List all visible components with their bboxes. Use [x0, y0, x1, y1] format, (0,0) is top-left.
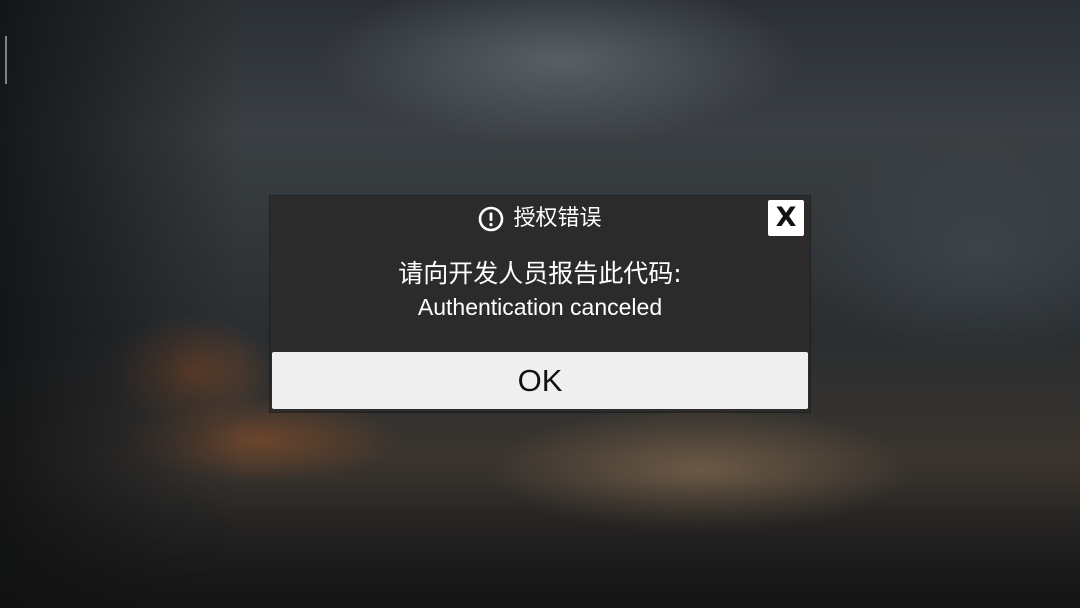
dialog-title-row: 授权错误 [270, 204, 810, 234]
message-instruction: 请向开发人员报告此代码: [398, 259, 682, 288]
message-error-code: Authentication canceled [417, 294, 663, 320]
ok-button[interactable]: OK [272, 352, 808, 409]
dialog-title: 授权错误 [513, 206, 602, 231]
alert-circle-icon [478, 206, 504, 232]
dialog-message: 请向开发人员报告此代码: Authentication canceled [270, 258, 810, 324]
auth-error-dialog: 授权错误 X 请向开发人员报告此代码: Authentication cance… [270, 196, 810, 412]
background-shadow-bottom [0, 480, 1080, 608]
close-button[interactable]: X [768, 200, 804, 236]
edge-handle [5, 36, 7, 84]
dialog-header: 授权错误 X [270, 196, 810, 240]
